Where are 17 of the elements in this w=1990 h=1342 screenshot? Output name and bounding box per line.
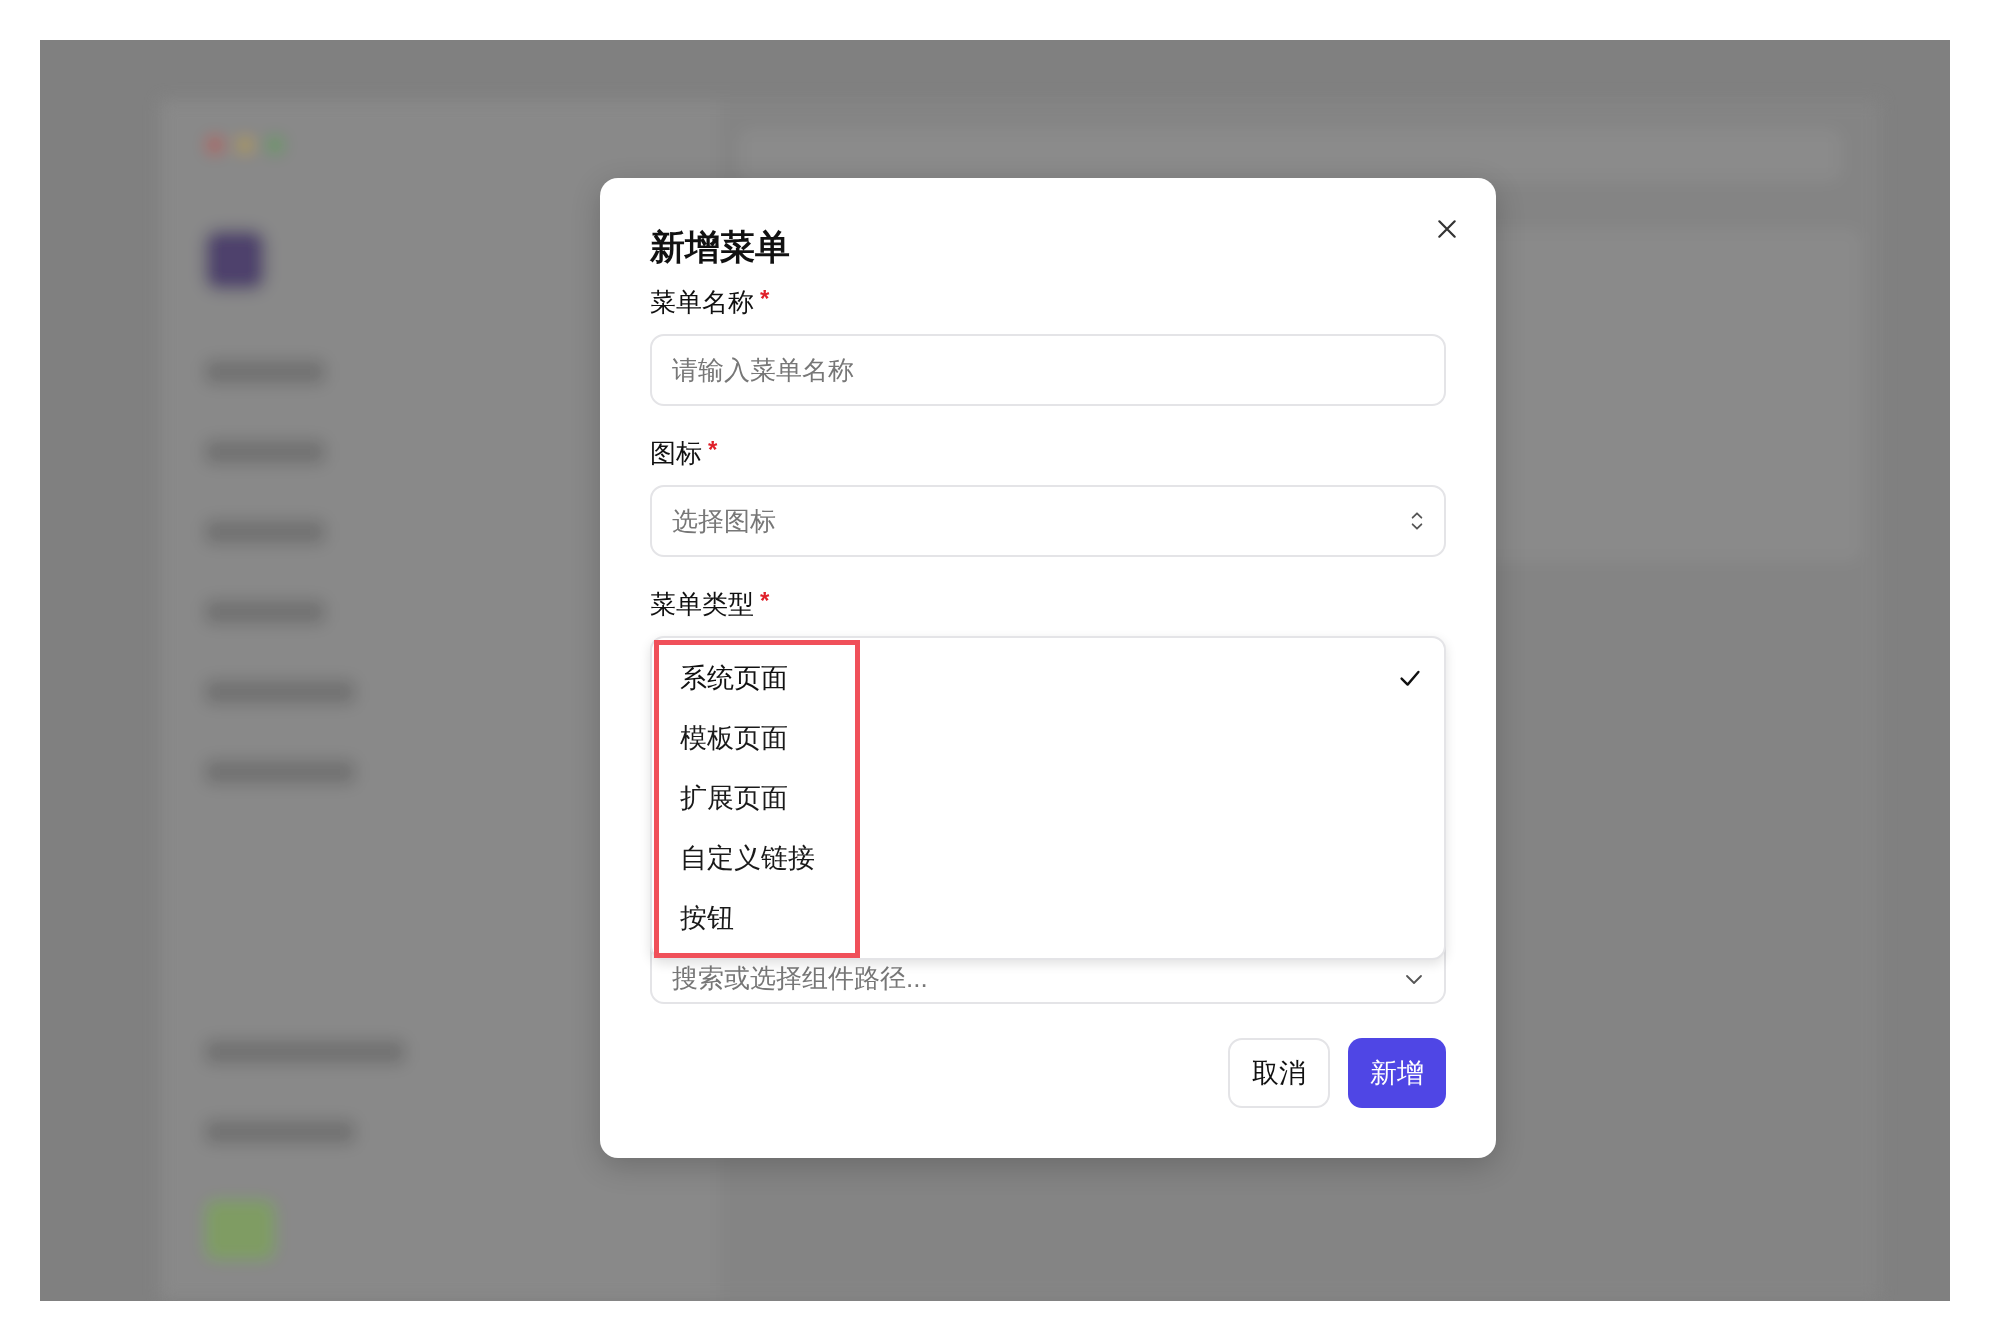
dropdown-option[interactable]: 系统页面: [666, 648, 1436, 708]
required-mark: *: [760, 587, 770, 615]
dropdown-option[interactable]: 自定义链接: [666, 828, 1436, 888]
chevron-updown-icon: [1410, 510, 1424, 532]
field-label: 菜单类型: [650, 588, 754, 621]
chevron-down-icon: [1404, 974, 1424, 986]
dialog-title: 新增菜单: [650, 226, 791, 268]
submit-button[interactable]: 新增: [1348, 1038, 1446, 1108]
select-field[interactable]: 选择图标: [650, 485, 1446, 557]
required-mark: *: [708, 436, 718, 464]
dropdown-option[interactable]: 扩展页面: [666, 768, 1436, 828]
input-field[interactable]: 请输入菜单名称: [650, 334, 1446, 406]
cancel-button[interactable]: 取消: [1228, 1038, 1330, 1108]
dropdown-option[interactable]: 模板页面: [666, 708, 1436, 768]
field-label: 菜单名称: [650, 286, 754, 319]
field-label: 图标: [650, 437, 702, 470]
required-mark: *: [760, 285, 770, 313]
